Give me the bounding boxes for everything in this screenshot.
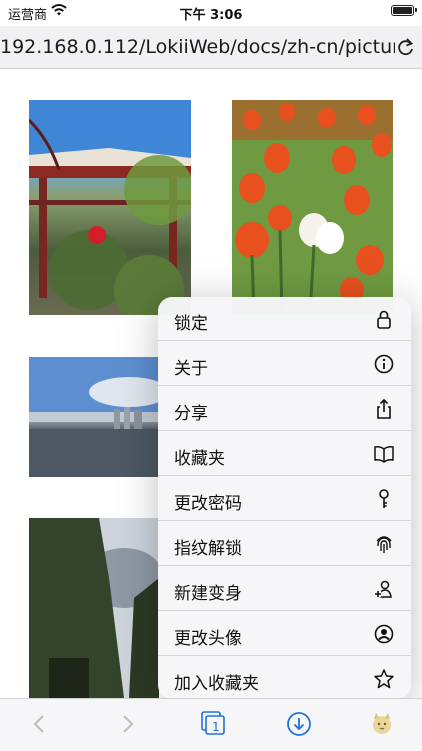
photo-lake[interactable] [29,357,169,477]
menu-item-label: 分享 [174,404,208,423]
photo-rose-pavilion[interactable] [29,100,191,315]
menu-item-label: 新建变身 [174,584,242,603]
bottom-toolbar: 1 [0,698,422,751]
menu-item-change-password[interactable]: 更改密码 [158,477,411,521]
book-icon [374,446,394,463]
address-bar[interactable]: 192.168.0.112/LokiiWeb/docs/zh-cn/pictur… [0,26,422,69]
menu-item-label: 关于 [174,359,208,378]
battery-icon [391,5,417,16]
fingerprint-icon [376,536,392,553]
reload-icon[interactable] [396,36,416,58]
avatar-icon[interactable] [367,709,397,739]
download-icon[interactable] [284,709,314,739]
share-icon [377,398,391,419]
menu-item-label: 指纹解锁 [174,539,242,558]
menu-item-fingerprint-unlock[interactable]: 指纹解锁 [158,522,411,566]
context-menu: 锁定 关于 分享 收藏夹 更改密码 指纹解锁 新建变身 更改头像 加入收藏夹 [158,297,411,699]
star-icon [374,669,394,689]
tab-count: 1 [212,720,220,734]
url-text[interactable]: 192.168.0.112/LokiiWeb/docs/zh-cn/pictur… [0,36,395,58]
forward-icon[interactable] [112,709,142,739]
menu-item-new-identity[interactable]: 新建变身 [158,567,411,611]
menu-item-label: 更改头像 [174,629,242,648]
photo-ivy-wall[interactable] [29,518,164,698]
menu-item-label: 加入收藏夹 [174,674,259,693]
menu-item-favorites[interactable]: 收藏夹 [158,432,411,476]
menu-item-share[interactable]: 分享 [158,387,411,431]
menu-item-label: 锁定 [174,314,208,333]
menu-item-change-avatar[interactable]: 更改头像 [158,612,411,656]
key-icon [379,489,389,508]
menu-item-label: 收藏夹 [174,449,225,468]
add-person-icon [374,580,392,598]
tabs-button[interactable]: 1 [199,709,229,739]
status-bar: 运营商 下午 3:06 [0,0,422,24]
status-time: 下午 3:06 [179,8,243,23]
info-icon [374,354,394,374]
menu-item-add-favorite[interactable]: 加入收藏夹 [158,657,411,699]
back-icon[interactable] [25,709,55,739]
lock-icon [377,310,391,329]
photo-tulips[interactable] [232,100,393,315]
menu-item-label: 更改密码 [174,494,242,513]
menu-item-lock[interactable]: 锁定 [158,297,411,341]
menu-item-about[interactable]: 关于 [158,342,411,386]
person-circle-icon [374,624,394,644]
